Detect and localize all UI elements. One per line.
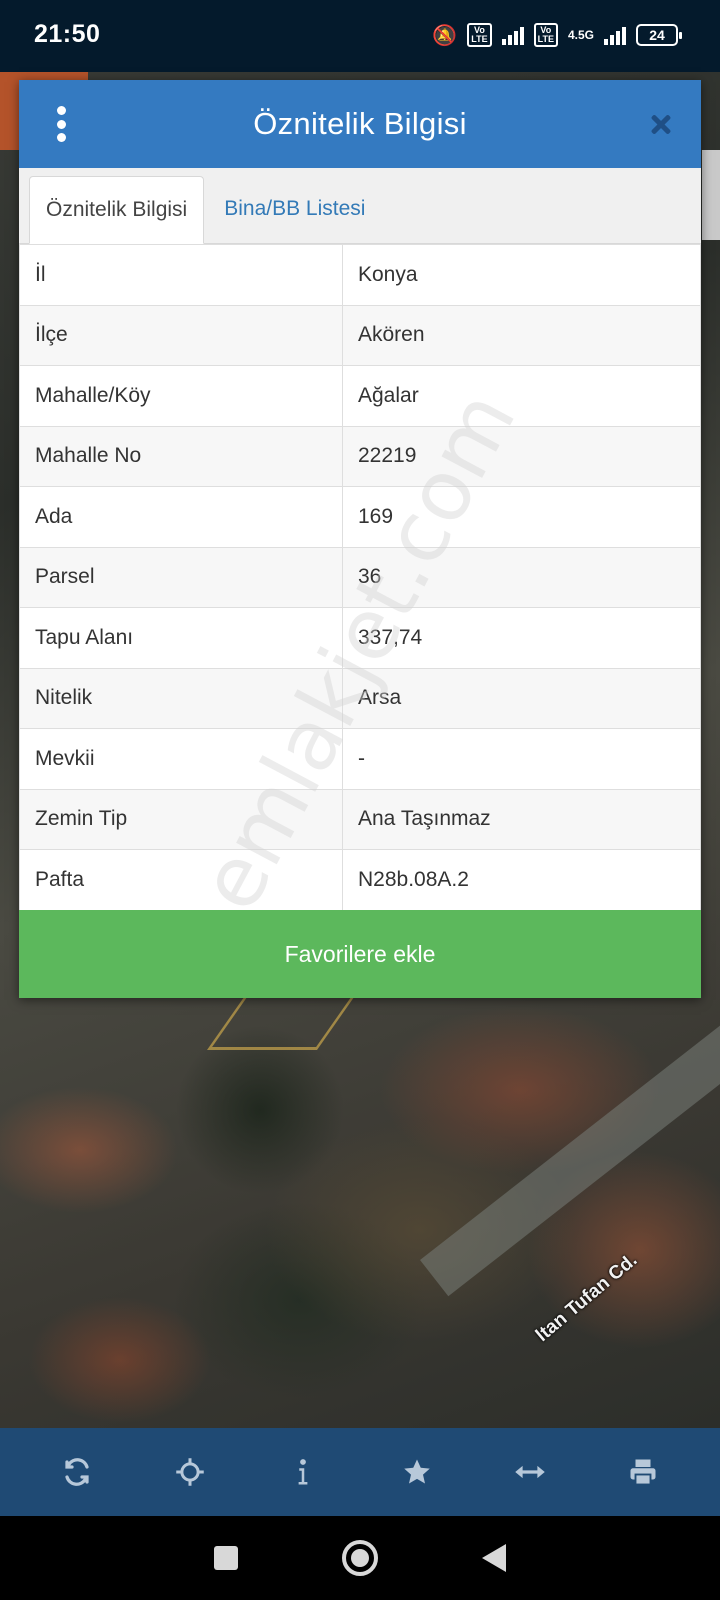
add-to-favorites-button[interactable]: Favorilere ekle: [19, 910, 701, 998]
back-button[interactable]: [472, 1536, 516, 1580]
star-icon[interactable]: [387, 1442, 447, 1502]
battery-icon: 24: [636, 24, 682, 46]
table-row: Zemin Tip Ana Taşınmaz: [19, 788, 701, 850]
signal-icon-2: [604, 25, 626, 45]
tab-bar: Öznitelik Bilgisi Bina/BB Listesi: [19, 168, 701, 244]
row-key: İlçe: [19, 304, 343, 366]
row-key: Mevkii: [19, 728, 343, 790]
refresh-icon[interactable]: [47, 1442, 107, 1502]
row-value: 169: [342, 486, 701, 548]
table-row: Tapu Alanı 337,74: [19, 607, 701, 669]
table-row: Mevkii -: [19, 728, 701, 790]
locate-icon[interactable]: [160, 1442, 220, 1502]
print-icon[interactable]: [613, 1442, 673, 1502]
street-label: ltan Tufan Cd.: [532, 1249, 642, 1347]
row-key: İl: [19, 244, 343, 306]
home-circle-icon: [342, 1540, 378, 1576]
close-icon[interactable]: [643, 106, 679, 142]
row-value: Ana Taşınmaz: [342, 788, 701, 850]
row-value: 22219: [342, 425, 701, 487]
tab-attribute-info[interactable]: Öznitelik Bilgisi: [29, 176, 205, 244]
attribute-table: İl Konya İlçe Akören Mahalle/Köy Ağalar …: [19, 244, 701, 911]
status-bar: 21:50 🔕 Vo LTE Vo LTE 4.5G 24: [0, 0, 720, 72]
row-key: Mahalle/Köy: [19, 365, 343, 427]
recent-apps-button[interactable]: [204, 1536, 248, 1580]
table-row: İlçe Akören: [19, 304, 701, 366]
more-vertical-icon[interactable]: [53, 106, 69, 142]
back-triangle-icon: [482, 1544, 506, 1572]
attribute-dialog: Öznitelik Bilgisi Öznitelik Bilgisi Bina…: [19, 80, 701, 998]
battery-level: 24: [649, 27, 665, 43]
parcel-outline: [206, 990, 360, 1050]
row-key: Nitelik: [19, 667, 343, 729]
row-key: Ada: [19, 486, 343, 548]
table-row: İl Konya: [19, 244, 701, 306]
row-key: Mahalle No: [19, 425, 343, 487]
volte-icon-2: Vo LTE: [533, 23, 558, 47]
info-icon[interactable]: [273, 1442, 333, 1502]
row-key: Tapu Alanı: [19, 607, 343, 669]
row-value: Konya: [342, 244, 701, 306]
row-key: Pafta: [19, 849, 343, 911]
bottom-toolbar: [0, 1428, 720, 1516]
home-button[interactable]: [338, 1536, 382, 1580]
network-type-label: 4.5G: [567, 28, 594, 42]
system-navigation-bar: [0, 1516, 720, 1600]
map-layer-edge: [702, 150, 720, 240]
map-road: [420, 1001, 720, 1297]
row-value: Arsa: [342, 667, 701, 729]
measure-icon[interactable]: [500, 1442, 560, 1502]
row-value: N28b.08A.2: [342, 849, 701, 911]
row-value: -: [342, 728, 701, 790]
table-row: Mahalle No 22219: [19, 425, 701, 487]
dialog-title: Öznitelik Bilgisi: [253, 106, 467, 141]
row-value: Ağalar: [342, 365, 701, 427]
mute-notifications-icon: 🔕: [432, 24, 458, 47]
table-row: Mahalle/Köy Ağalar: [19, 365, 701, 427]
row-value: Akören: [342, 304, 701, 366]
row-value: 36: [342, 546, 701, 608]
row-key: Parsel: [19, 546, 343, 608]
square-icon: [214, 1546, 238, 1570]
status-icons: 🔕 Vo LTE Vo LTE 4.5G 24: [432, 20, 682, 50]
volte-icon: Vo LTE: [467, 23, 492, 47]
row-key: Zemin Tip: [19, 788, 343, 850]
row-value: 337,74: [342, 607, 701, 669]
signal-icon: [501, 25, 524, 45]
table-row: Pafta N28b.08A.2: [19, 849, 701, 911]
table-row: Parsel 36: [19, 546, 701, 608]
tab-building-list[interactable]: Bina/BB Listesi: [204, 175, 381, 243]
status-time: 21:50: [34, 20, 101, 48]
dialog-header: Öznitelik Bilgisi: [19, 80, 701, 168]
table-row: Ada 169: [19, 486, 701, 548]
table-row: Nitelik Arsa: [19, 667, 701, 729]
